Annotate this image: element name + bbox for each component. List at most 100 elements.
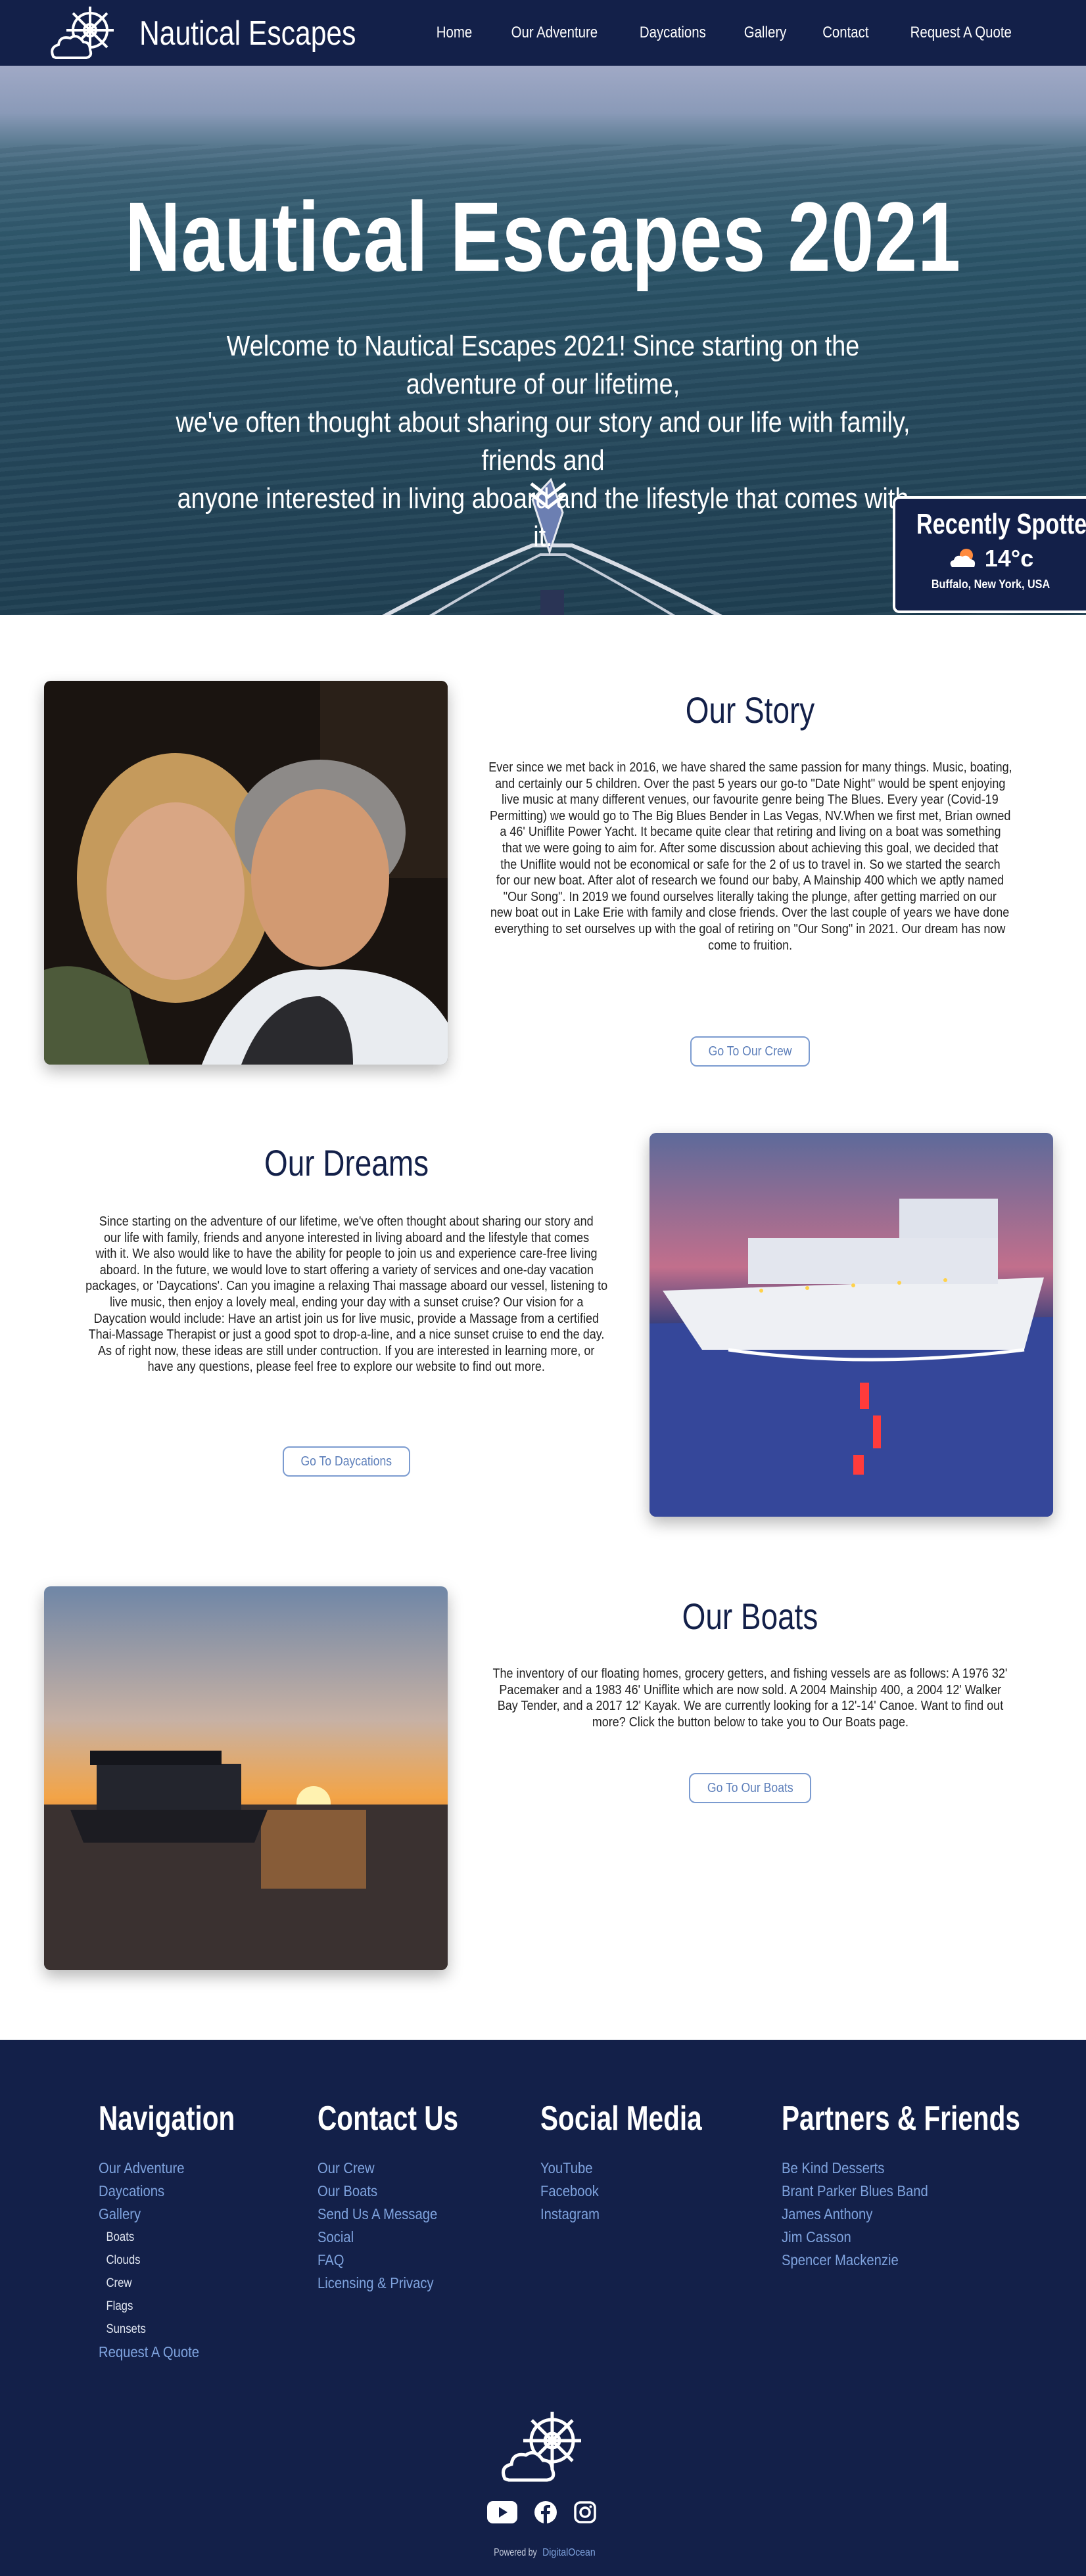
dreams-line: aboard. In the future, we would love to … [99, 1262, 594, 1277]
go-to-our-boats-button[interactable]: Go To Our Boats [689, 1773, 811, 1803]
brand-name: Nautical Escapes [139, 14, 356, 53]
story-line: for our new boat. After alot of research… [496, 873, 1004, 888]
instagram-icon[interactable] [574, 2501, 596, 2523]
boats-line: Pacemaker and a 1983 46' Uniflite which … [499, 1682, 1001, 1697]
footer-link-faq[interactable]: FAQ [318, 2249, 477, 2272]
footer-partners-column: Partners & Friends Be Kind Desserts Bran… [782, 2099, 1086, 2272]
footer-link-gallery-clouds[interactable]: Clouds [99, 2249, 252, 2272]
nav-gallery[interactable]: Gallery [744, 24, 786, 42]
footer-link-our-adventure[interactable]: Our Adventure [99, 2157, 252, 2180]
story-line: that we were going to aim for. After som… [502, 840, 999, 856]
nav-contact[interactable]: Contact [822, 24, 868, 42]
brand-link[interactable]: Nautical Escapes [49, 4, 404, 63]
story-line: the Uniflite would not be economical or … [500, 857, 1001, 872]
spotted-temperature: 14°c [984, 545, 1034, 572]
boats-line: The inventory of our floating homes, gro… [492, 1667, 1008, 1681]
double-chevron-down-icon[interactable] [527, 480, 569, 513]
story-line: "Our Song". In 2019 we found ourselves l… [503, 889, 997, 904]
boats-body: The inventory of our floating homes, gro… [448, 1666, 1052, 1730]
hero-title: Nautical Escapes 2021 [125, 181, 961, 292]
footer-link-youtube[interactable]: YouTube [540, 2157, 722, 2180]
footer-link-instagram[interactable]: Instagram [540, 2203, 722, 2226]
story-line: a 46' Uniflite Power Yacht. It became qu… [499, 825, 1001, 840]
dreams-line: Since starting on the adventure of our l… [99, 1214, 594, 1229]
story-line: Permitting) we would go to The Big Blues… [489, 808, 1011, 823]
footer-link-licensing[interactable]: Licensing & Privacy [318, 2272, 477, 2295]
footer-link-social[interactable]: Social [318, 2226, 477, 2249]
go-to-our-crew-label: Go To Our Crew [708, 1044, 792, 1059]
hero-intro-line: we've often thought about sharing our st… [176, 406, 910, 476]
dreams-line: Daycation would include: Have an artist … [93, 1311, 600, 1326]
hero-intro: Welcome to Nautical Escapes 2021! Since … [112, 327, 974, 556]
nav-request-quote[interactable]: Request A Quote [910, 24, 1011, 42]
top-navbar: Nautical Escapes Home Our Adventure Dayc… [0, 0, 1086, 66]
story-line: everything to set ourselves up with the … [494, 921, 1006, 936]
footer-social-column: Social Media YouTube Facebook Instagram [540, 2099, 747, 2226]
dreams-line: our life with family, friends and anyone… [103, 1230, 590, 1245]
ship-wheel-cloud-icon [502, 2412, 581, 2482]
ship-wheel-cloud-icon [51, 7, 114, 59]
story-line: new boat out in Lake Erie with family an… [490, 906, 1010, 921]
story-title: Our Story [685, 689, 815, 731]
footer-link-daycations[interactable]: Daycations [99, 2180, 252, 2203]
powered-by-label: Powered by [494, 2547, 537, 2558]
footer-partners-title: Partners & Friends [782, 2100, 1020, 2138]
footer-link-partner[interactable]: Spencer Mackenzie [782, 2249, 1051, 2272]
footer-contact-title: Contact Us [318, 2100, 459, 2138]
story-line: live music at many different venues, our… [502, 793, 999, 808]
social-icons [487, 2501, 596, 2523]
footer-link-gallery-boats[interactable]: Boats [99, 2226, 252, 2249]
powered-by: Powered by DigitalOcean [0, 2547, 1086, 2559]
footer-link-partner[interactable]: Be Kind Desserts [782, 2157, 1051, 2180]
nav-our-adventure[interactable]: Our Adventure [511, 24, 598, 42]
night-boat-photo [649, 1133, 1053, 1517]
footer-link-gallery-crew[interactable]: Crew [99, 2272, 252, 2295]
footer-link-send-message[interactable]: Send Us A Message [318, 2203, 477, 2226]
footer-link-our-boats[interactable]: Our Boats [318, 2180, 477, 2203]
footer-link-request-quote[interactable]: Request A Quote [99, 2341, 252, 2364]
footer-contact-column: Contact Us Our Crew Our Boats Send Us A … [318, 2099, 498, 2295]
boats-line: more? Click the button below to take you… [592, 1714, 909, 1730]
hero-sky [0, 66, 1086, 145]
spotted-location: Buffalo, New York, USA [931, 578, 1051, 591]
boats-title: Our Boats [682, 1596, 818, 1637]
facebook-icon[interactable] [534, 2501, 557, 2523]
footer-link-facebook[interactable]: Facebook [540, 2180, 722, 2203]
footer-link-gallery[interactable]: Gallery [99, 2203, 252, 2226]
dreams-line: packages, or 'Daycations'. Can you imagi… [85, 1279, 607, 1294]
footer-link-partner[interactable]: Jim Casson [782, 2226, 1051, 2249]
footer-link-our-crew[interactable]: Our Crew [318, 2157, 477, 2180]
couple-photo [44, 681, 448, 1065]
youtube-icon[interactable] [487, 2501, 517, 2523]
footer-navigation-column: Navigation Our Adventure Daycations Gall… [99, 2099, 273, 2364]
site-footer: Navigation Our Adventure Daycations Gall… [0, 2040, 1086, 2576]
go-to-daycations-button[interactable]: Go To Daycations [283, 1446, 410, 1477]
spotted-weather: 14°c [895, 545, 1086, 572]
go-to-our-boats-label: Go To Our Boats [707, 1780, 793, 1795]
digitalocean-link[interactable]: DigitalOcean [542, 2547, 596, 2558]
footer-link-partner[interactable]: Brant Parker Blues Band [782, 2180, 1051, 2203]
go-to-daycations-label: Go To Daycations [300, 1454, 392, 1469]
dreams-line: with it. We also would like to have the … [95, 1247, 598, 1262]
story-line: Ever since we met back in 2016, we have … [488, 760, 1012, 775]
dreams-body: Since starting on the adventure of our l… [44, 1214, 649, 1375]
dreams-line: have any questions, please feel free to … [147, 1360, 546, 1375]
story-line: come to fruition. [707, 938, 793, 953]
footer-link-gallery-flags[interactable]: Flags [99, 2295, 252, 2318]
footer-social-title: Social Media [540, 2100, 702, 2138]
story-body: Ever since we met back in 2016, we have … [448, 760, 1052, 954]
footer-link-partner[interactable]: James Anthony [782, 2203, 1051, 2226]
hero-intro-line: Welcome to Nautical Escapes 2021! Since … [226, 330, 860, 400]
footer-navigation-title: Navigation [99, 2100, 235, 2138]
dreams-line: Thai-Massage Therapist or just a good sp… [88, 1327, 605, 1343]
sunset-boat-photo [44, 1586, 448, 1970]
footer-link-gallery-sunsets[interactable]: Sunsets [99, 2318, 252, 2341]
main-nav: Home Our Adventure Daycations Gallery Co… [405, 0, 1020, 66]
nav-home[interactable]: Home [437, 24, 472, 42]
sun-cloud-icon [950, 549, 975, 567]
dreams-line: As of right now, these ideas are still u… [98, 1343, 595, 1358]
recently-spotted-widget: Recently Spotted 14°c Buffalo, New York,… [893, 496, 1086, 613]
go-to-our-crew-button[interactable]: Go To Our Crew [690, 1036, 810, 1067]
dreams-title: Our Dreams [264, 1142, 429, 1184]
nav-daycations[interactable]: Daycations [640, 24, 706, 42]
